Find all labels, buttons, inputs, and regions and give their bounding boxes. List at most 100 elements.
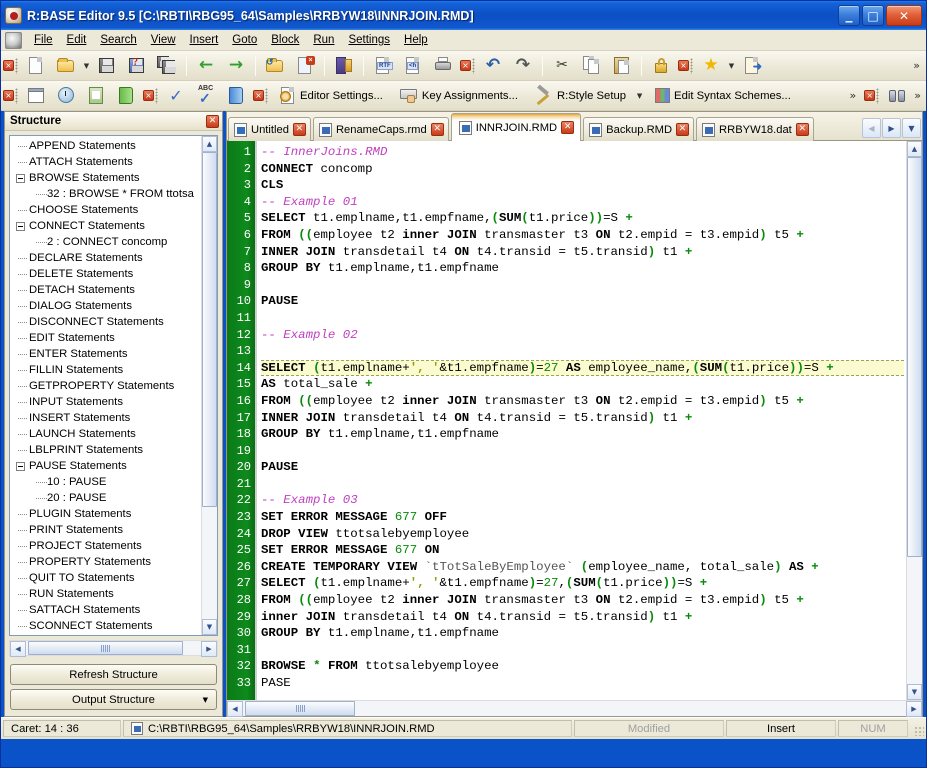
paste-special-button[interactable] bbox=[82, 83, 110, 109]
open-external-button[interactable]: ➜ bbox=[738, 53, 766, 79]
tree-item[interactable]: LAUNCH Statements bbox=[12, 426, 201, 442]
code-line[interactable]: CONNECT concomp bbox=[261, 161, 906, 178]
code-scroll-down-button[interactable]: ▼ bbox=[907, 684, 922, 700]
toolbar-grip-3[interactable]: × bbox=[676, 57, 696, 74]
menu-insert[interactable]: Insert bbox=[183, 32, 226, 48]
tree-item[interactable]: DIALOG Statements bbox=[12, 298, 201, 314]
code-line[interactable]: SELECT (t1.emplname+', '&t1.empfname)=27… bbox=[261, 575, 906, 592]
tree-item[interactable]: 20 : PAUSE bbox=[12, 490, 201, 506]
code-line[interactable] bbox=[261, 343, 906, 360]
menu-file[interactable]: File bbox=[27, 32, 60, 48]
tree-item[interactable]: ENTER Statements bbox=[12, 346, 201, 362]
tree-collapse-icon[interactable] bbox=[16, 173, 25, 183]
close-file-button[interactable]: × bbox=[291, 53, 319, 79]
paste-button[interactable] bbox=[608, 53, 636, 79]
export-rtf-button[interactable]: RTF bbox=[369, 53, 397, 79]
toolbar-drag-dots[interactable] bbox=[15, 57, 18, 74]
menu-run[interactable]: Run bbox=[306, 32, 341, 48]
toolbar-drag-dots[interactable] bbox=[15, 87, 18, 104]
save-as-button[interactable]: ? bbox=[123, 53, 151, 79]
toolbar-grip-6[interactable]: × bbox=[251, 87, 271, 104]
tree-item[interactable]: PAUSE Statements bbox=[12, 458, 201, 474]
output-structure-button[interactable]: Output Structure ▼ bbox=[10, 689, 217, 710]
code-line[interactable]: INNER JOIN transdetail t4 ON t4.transid … bbox=[261, 244, 906, 261]
code-line[interactable]: SELECT t1.emplname,t1.empfname,(SUM(t1.p… bbox=[261, 210, 906, 227]
tree-item[interactable]: APPEND Statements bbox=[12, 138, 201, 154]
structure-vertical-scrollbar[interactable]: ▲ ▼ bbox=[201, 136, 217, 635]
code-line[interactable] bbox=[261, 277, 906, 294]
editor-settings-button[interactable]: Editor Settings... bbox=[272, 83, 390, 109]
lock-button[interactable] bbox=[647, 53, 675, 79]
toolbar-close-icon[interactable]: × bbox=[3, 60, 14, 71]
copy-button[interactable] bbox=[578, 53, 606, 79]
code-line[interactable]: BROWSE * FROM ttotsalebyemployee bbox=[261, 658, 906, 675]
tree-item[interactable]: SDETACH Statements bbox=[12, 634, 201, 635]
code-line[interactable]: GROUP BY t1.emplname,t1.empfname bbox=[261, 426, 906, 443]
structure-scroll-right-button[interactable]: ▶ bbox=[201, 641, 217, 657]
tree-item[interactable]: GETPROPERTY Statements bbox=[12, 378, 201, 394]
save-all-button[interactable] bbox=[153, 53, 181, 79]
code-line-active[interactable]: SELECT (t1.emplname+', '&t1.empfname)=27… bbox=[261, 359, 904, 377]
new-file-button[interactable] bbox=[22, 53, 50, 79]
toolbar-close-icon[interactable]: × bbox=[143, 90, 154, 101]
code-line[interactable]: PASE bbox=[261, 675, 906, 692]
tree-item[interactable]: 2 : CONNECT concomp bbox=[12, 234, 201, 250]
menu-block[interactable]: Block bbox=[264, 32, 306, 48]
tree-item[interactable]: QUIT TO Statements bbox=[12, 570, 201, 586]
code-scroll-up-button[interactable]: ▲ bbox=[907, 141, 922, 157]
code-line[interactable]: CREATE TEMPORARY VIEW `tTotSaleByEmploye… bbox=[261, 559, 906, 576]
code-line[interactable]: SET ERROR MESSAGE 677 OFF bbox=[261, 509, 906, 526]
thesaurus-button[interactable] bbox=[222, 83, 250, 109]
toolbar-close-icon[interactable]: × bbox=[678, 60, 689, 71]
redo-button[interactable]: ↷ bbox=[509, 53, 537, 79]
tree-collapse-icon[interactable] bbox=[16, 461, 25, 471]
code-scroll-track[interactable] bbox=[907, 157, 922, 684]
tree-item[interactable]: DECLARE Statements bbox=[12, 250, 201, 266]
tab-close-icon[interactable]: ✕ bbox=[430, 123, 444, 136]
toolbar-close-icon[interactable]: × bbox=[3, 90, 14, 101]
print-button[interactable] bbox=[429, 53, 457, 79]
tab-next-button[interactable]: ▶ bbox=[882, 118, 901, 138]
tree-item[interactable]: CHOOSE Statements bbox=[12, 202, 201, 218]
tree-item[interactable]: RUN Statements bbox=[12, 586, 201, 602]
edit-syntax-schemes-button[interactable]: Edit Syntax Schemes... bbox=[646, 83, 798, 109]
find-button[interactable] bbox=[883, 83, 911, 109]
code-line[interactable]: GROUP BY t1.emplname,t1.empfname bbox=[261, 260, 906, 277]
tree-item[interactable]: 10 : PAUSE bbox=[12, 474, 201, 490]
code-line[interactable]: GROUP BY t1.emplname,t1.empfname bbox=[261, 625, 906, 642]
structure-scroll-track[interactable] bbox=[202, 152, 217, 619]
open-file-button[interactable] bbox=[52, 53, 80, 79]
toolbar-grip-4[interactable]: × bbox=[1, 87, 21, 104]
resize-grip[interactable] bbox=[910, 720, 926, 737]
structure-scroll-down-button[interactable]: ▼ bbox=[202, 619, 217, 635]
code-line[interactable]: -- Example 02 bbox=[261, 327, 906, 344]
menu-search[interactable]: Search bbox=[93, 32, 143, 48]
structure-tree[interactable]: APPEND Statements ATTACH Statements BROWSE… bbox=[10, 136, 201, 635]
tree-item[interactable]: FILLIN Statements bbox=[12, 362, 201, 378]
tree-item[interactable]: DISCONNECT Statements bbox=[12, 314, 201, 330]
favorites-button[interactable]: ★ bbox=[697, 53, 725, 79]
code-hscroll-thumb[interactable] bbox=[245, 701, 355, 716]
export-html-button[interactable]: <h bbox=[399, 53, 427, 79]
tree-item[interactable]: BROWSE Statements bbox=[12, 170, 201, 186]
menu-help[interactable]: Help bbox=[397, 32, 435, 48]
code-line[interactable]: SET ERROR MESSAGE 677 ON bbox=[261, 542, 906, 559]
maximize-button[interactable]: □ bbox=[862, 5, 884, 26]
code-scroll-thumb[interactable] bbox=[907, 157, 922, 557]
code-vertical-scrollbar[interactable]: ▲ ▼ bbox=[906, 141, 922, 700]
code-line[interactable]: inner JOIN transdetail t4 ON t4.transid … bbox=[261, 609, 906, 626]
toolbar-drag-dots[interactable] bbox=[265, 87, 268, 104]
tree-item[interactable]: INPUT Statements bbox=[12, 394, 201, 410]
structure-hscroll-thumb[interactable] bbox=[28, 641, 183, 655]
toolbar-drag-dots[interactable] bbox=[155, 87, 158, 104]
toolbar-drag-dots[interactable] bbox=[876, 87, 880, 104]
close-button[interactable]: ✕ bbox=[886, 5, 922, 26]
exit-button[interactable] bbox=[330, 53, 358, 79]
structure-scroll-left-button[interactable]: ◀ bbox=[10, 641, 26, 657]
insert-mode-cell[interactable]: Insert bbox=[726, 720, 836, 737]
toolbar-row2-overflow-button[interactable]: » bbox=[844, 89, 863, 102]
menu-edit[interactable]: Edit bbox=[60, 32, 94, 48]
tree-item[interactable]: CONNECT Statements bbox=[12, 218, 201, 234]
open-file-dropdown-icon[interactable]: ▼ bbox=[81, 54, 92, 78]
time-button[interactable] bbox=[52, 83, 80, 109]
